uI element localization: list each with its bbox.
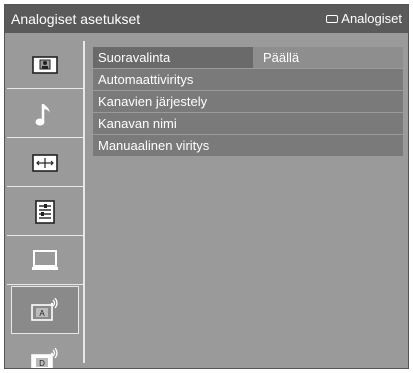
svg-text:A: A [39,309,45,318]
menu-item-channel-name[interactable]: Kanavan nimi [93,113,403,134]
header-bar: Analogiset asetukset Analogiset [5,5,408,33]
picture-icon [32,55,58,74]
screen-format-icon [32,153,58,172]
source-indicator: Analogiset [326,11,402,26]
sidebar-item-digital-setup[interactable]: D [7,336,83,368]
sidebar-item-sound[interactable] [7,90,83,138]
digital-tuner-icon: D [31,348,58,368]
source-label: Analogiset [341,11,402,26]
menu-item-label: Automaattiviritys [98,72,194,87]
svg-text:D: D [39,359,45,368]
sidebar-item-screen[interactable] [7,139,83,187]
sidebar-item-setup[interactable] [7,188,83,236]
sidebar: A D [7,41,83,368]
menu-item-label: Manuaalinen viritys [98,138,210,153]
menu-item-auto-tuning[interactable]: Automaattiviritys [93,69,403,90]
tv-icon [326,14,339,23]
tv-menu-screen: Analogiset asetukset Analogiset A D Suor… [4,4,409,369]
pc-monitor-icon [32,249,58,270]
sidebar-item-pc[interactable] [7,237,83,285]
sidebar-divider [83,41,85,363]
sidebar-item-picture[interactable] [7,41,83,89]
menu-item-manual-tuning[interactable]: Manuaalinen viritys [93,135,403,156]
menu-item-direct-select[interactable]: Suoravalinta Päällä [93,47,403,68]
menu-item-channel-sorting[interactable]: Kanavien järjestely [93,91,403,112]
menu-item-label: Kanavien järjestely [98,94,208,109]
analog-tuner-icon: A [31,298,58,321]
music-note-icon [35,103,50,125]
sidebar-item-analog-setup[interactable]: A [11,286,79,334]
settings-menu: Suoravalinta Päällä Automaattiviritys Ka… [93,47,403,157]
menu-item-label: Kanavan nimi [98,116,177,131]
menu-item-label: Suoravalinta [98,50,171,65]
menu-item-value: Päällä [253,47,403,68]
page-title: Analogiset asetukset [11,11,141,27]
setup-list-icon [35,199,55,224]
